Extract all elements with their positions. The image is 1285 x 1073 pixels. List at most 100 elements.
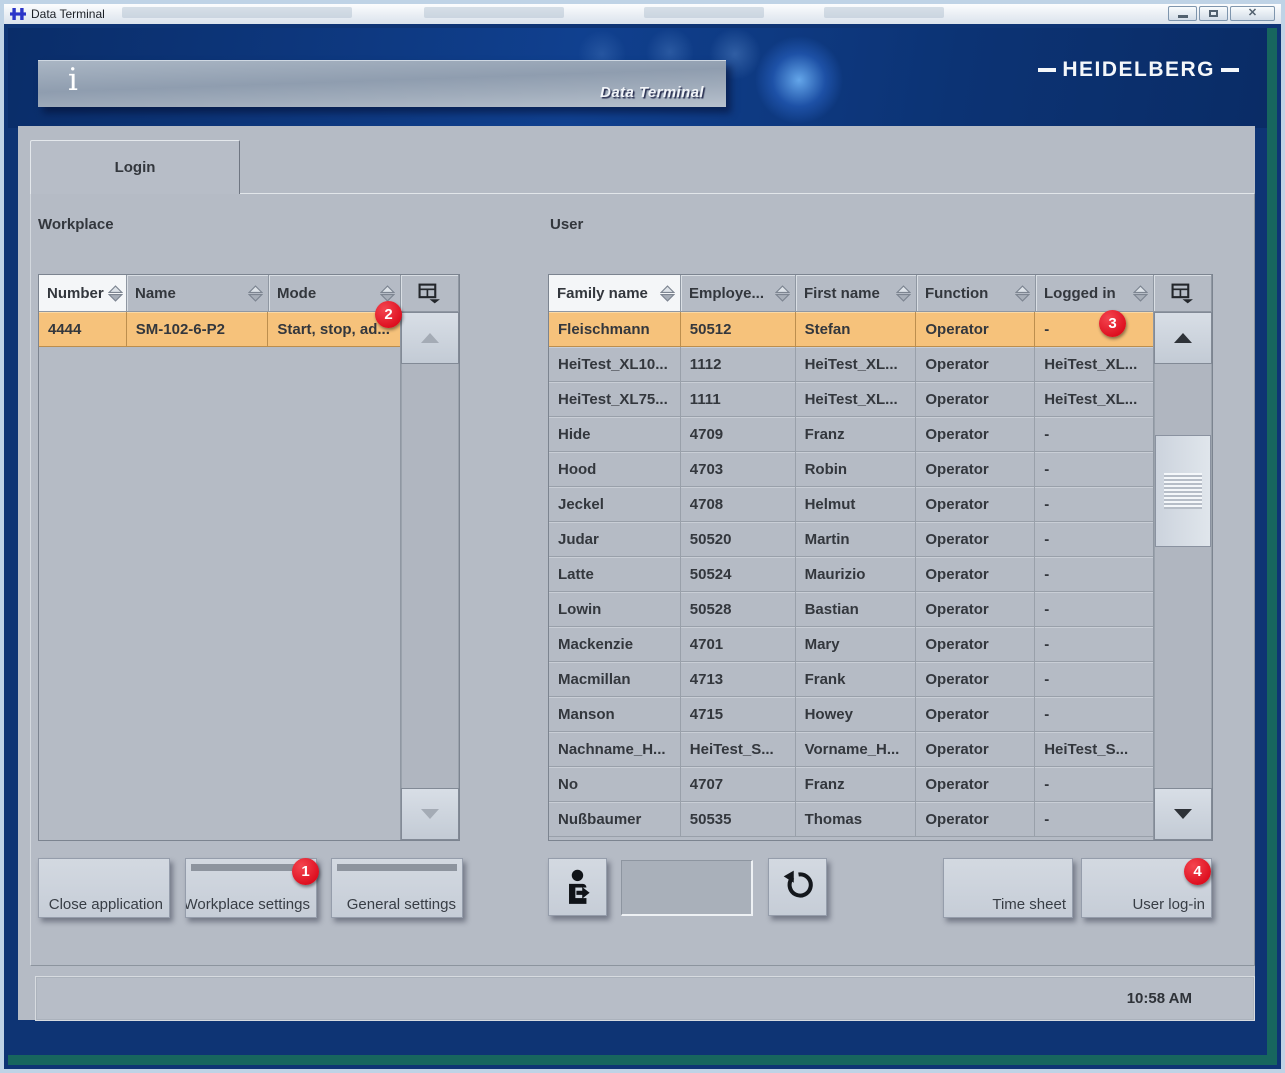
table-cell[interactable]: Fleischmann: [549, 312, 681, 347]
close-application-button[interactable]: Close application: [38, 858, 170, 918]
table-cell[interactable]: Operator: [916, 312, 1035, 347]
table-cell[interactable]: Mary: [796, 627, 917, 662]
table-cell[interactable]: Operator: [916, 347, 1035, 382]
table-row[interactable]: Hood4703RobinOperator-: [549, 452, 1153, 487]
table-cell[interactable]: Nachname_H...: [549, 732, 681, 767]
table-cell[interactable]: -: [1035, 487, 1153, 522]
table-cell[interactable]: Operator: [916, 627, 1035, 662]
table-cell[interactable]: -: [1035, 522, 1153, 557]
table-row[interactable]: Judar50520MartinOperator-: [549, 522, 1153, 557]
table-cell[interactable]: HeiTest_XL...: [796, 347, 917, 382]
minimize-button[interactable]: [1168, 6, 1197, 21]
table-cell[interactable]: Franz: [796, 417, 917, 452]
table-cell[interactable]: -: [1035, 767, 1153, 802]
table-cell[interactable]: 4709: [681, 417, 796, 452]
table-cell[interactable]: -: [1035, 417, 1153, 452]
table-cell[interactable]: Franz: [796, 767, 917, 802]
column-header-employe-[interactable]: Employe...: [681, 275, 796, 312]
table-cell[interactable]: Operator: [916, 522, 1035, 557]
table-cell[interactable]: Martin: [796, 522, 917, 557]
table-cell[interactable]: -: [1035, 312, 1153, 347]
table-cell[interactable]: Vorname_H...: [796, 732, 917, 767]
table-cell[interactable]: HeiTest_XL75...: [549, 382, 681, 417]
table-cell[interactable]: Mackenzie: [549, 627, 681, 662]
table-row[interactable]: Nußbaumer50535ThomasOperator-: [549, 802, 1153, 837]
table-cell[interactable]: SM-102-6-P2: [127, 312, 269, 347]
table-cell[interactable]: HeiTest_XL...: [796, 382, 917, 417]
table-cell[interactable]: Lowin: [549, 592, 681, 627]
table-cell[interactable]: Manson: [549, 697, 681, 732]
column-picker-button[interactable]: [1154, 275, 1212, 312]
table-cell[interactable]: 50524: [681, 557, 796, 592]
table-cell[interactable]: Operator: [916, 697, 1035, 732]
table-row[interactable]: No4707FranzOperator-: [549, 767, 1153, 802]
table-cell[interactable]: 50512: [681, 312, 796, 347]
table-cell[interactable]: Operator: [916, 452, 1035, 487]
table-cell[interactable]: 4715: [681, 697, 796, 732]
table-cell[interactable]: 4708: [681, 487, 796, 522]
table-cell[interactable]: 50520: [681, 522, 796, 557]
scrollbar-thumb[interactable]: [1155, 435, 1211, 547]
table-row[interactable]: HeiTest_XL75...1111HeiTest_XL...Operator…: [549, 382, 1153, 417]
vertical-scrollbar[interactable]: [401, 312, 459, 840]
table-cell[interactable]: Robin: [796, 452, 917, 487]
table-cell[interactable]: Operator: [916, 802, 1035, 837]
table-row[interactable]: Jeckel4708HelmutOperator-: [549, 487, 1153, 522]
scrollbar-track[interactable]: [401, 364, 459, 788]
table-cell[interactable]: 4703: [681, 452, 796, 487]
table-cell[interactable]: Thomas: [796, 802, 917, 837]
table-cell[interactable]: 4713: [681, 662, 796, 697]
table-cell[interactable]: Operator: [916, 382, 1035, 417]
table-cell[interactable]: Macmillan: [549, 662, 681, 697]
table-cell[interactable]: 1112: [681, 347, 796, 382]
table-row[interactable]: Manson4715HoweyOperator-: [549, 697, 1153, 732]
table-cell[interactable]: -: [1035, 627, 1153, 662]
user-log-off-button[interactable]: [548, 858, 607, 916]
table-cell[interactable]: HeiTest_S...: [1035, 732, 1153, 767]
table-cell[interactable]: Jeckel: [549, 487, 681, 522]
maximize-button[interactable]: [1199, 6, 1228, 21]
table-cell[interactable]: 1111: [681, 382, 796, 417]
vertical-scrollbar[interactable]: [1154, 312, 1212, 840]
table-cell[interactable]: 50535: [681, 802, 796, 837]
table-row[interactable]: Fleischmann50512StefanOperator-: [549, 312, 1153, 347]
table-cell[interactable]: -: [1035, 662, 1153, 697]
table-row[interactable]: Nachname_H... HeiTest_S... Vorname_H...Ope…: [549, 732, 1153, 767]
table-cell[interactable]: Helmut: [796, 487, 917, 522]
column-header-function[interactable]: Function: [917, 275, 1036, 312]
table-row[interactable]: Hide4709FranzOperator-: [549, 417, 1153, 452]
tab-login[interactable]: Login: [30, 140, 240, 194]
table-cell[interactable]: 50528: [681, 592, 796, 627]
table-cell[interactable]: Bastian: [796, 592, 917, 627]
table-cell[interactable]: HeiTest_XL...: [1035, 382, 1153, 417]
table-cell[interactable]: -: [1035, 557, 1153, 592]
column-header-logged-in[interactable]: Logged in: [1036, 275, 1154, 312]
general-settings-button[interactable]: General settings: [331, 858, 463, 918]
table-cell[interactable]: -: [1035, 592, 1153, 627]
table-cell[interactable]: Operator: [916, 732, 1035, 767]
undo-button[interactable]: [768, 858, 827, 916]
table-cell[interactable]: -: [1035, 697, 1153, 732]
table-cell[interactable]: No: [549, 767, 681, 802]
table-cell[interactable]: HeiTest_XL...: [1035, 347, 1153, 382]
table-cell[interactable]: Howey: [796, 697, 917, 732]
table-row[interactable]: Lowin50528BastianOperator-: [549, 592, 1153, 627]
column-header-number[interactable]: Number: [39, 275, 127, 312]
scrollbar-track[interactable]: [1154, 364, 1212, 788]
table-row[interactable]: HeiTest_XL10...1112HeiTest_XL...Operator…: [549, 347, 1153, 382]
table-cell[interactable]: -: [1035, 452, 1153, 487]
table-cell[interactable]: Hood: [549, 452, 681, 487]
table-cell[interactable]: Hide: [549, 417, 681, 452]
column-picker-button[interactable]: [401, 275, 459, 312]
scroll-up-button[interactable]: [1154, 312, 1212, 364]
table-cell[interactable]: Operator: [916, 767, 1035, 802]
scroll-up-button[interactable]: [401, 312, 459, 364]
table-row[interactable]: 4444SM-102-6-P2Start, stop, ad...: [39, 312, 400, 347]
table-cell[interactable]: Operator: [916, 662, 1035, 697]
table-cell[interactable]: Latte: [549, 557, 681, 592]
table-cell[interactable]: Nußbaumer: [549, 802, 681, 837]
table-cell[interactable]: 4707: [681, 767, 796, 802]
time-sheet-button[interactable]: Time sheet: [943, 858, 1073, 918]
table-row[interactable]: Macmillan4713FrankOperator-: [549, 662, 1153, 697]
table-cell[interactable]: Operator: [916, 417, 1035, 452]
